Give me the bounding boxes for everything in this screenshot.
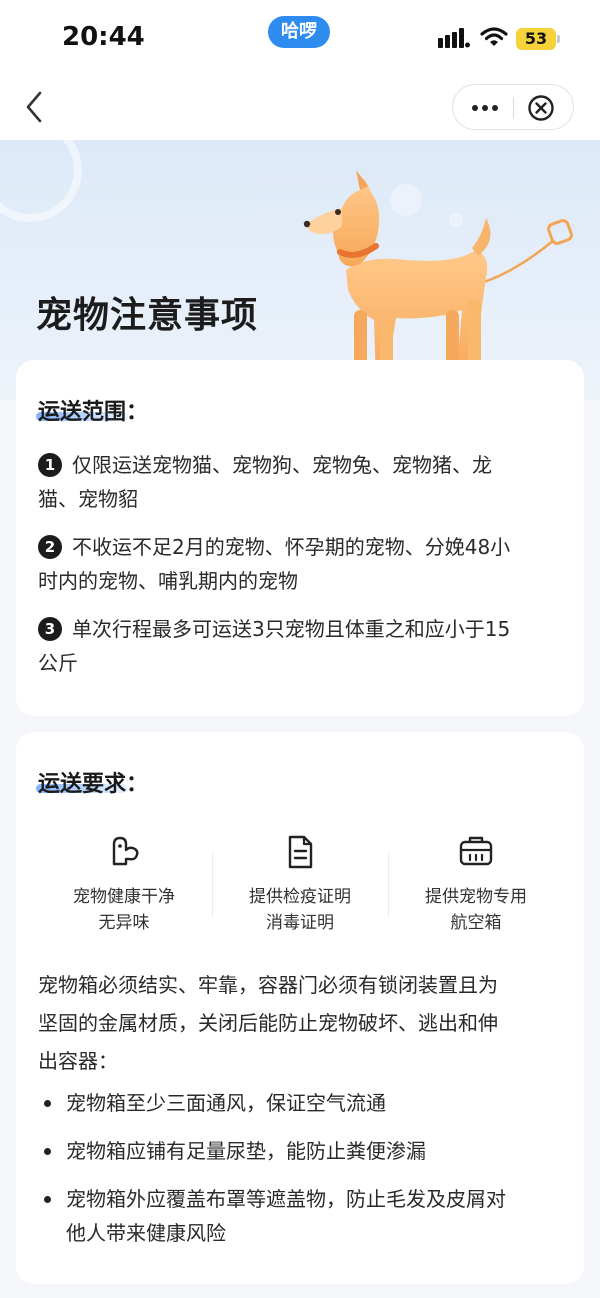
close-circle-icon[interactable]: [525, 93, 557, 123]
mini-program-capsule: [452, 84, 574, 130]
range-section-title: 运送范围：: [38, 400, 149, 425]
bullet-item-ventilation: 宠物箱至少三面通风，保证空气流通: [38, 1086, 568, 1120]
range-item-text: 公斤: [38, 651, 78, 675]
feature-carrier: 提供宠物专用 航空箱: [388, 832, 564, 942]
range-item-text: 时内的宠物、哺乳期内的宠物: [38, 569, 298, 593]
range-item-text: 不收运不足2月的宠物、怀孕期的宠物、分娩48小: [72, 535, 511, 559]
range-item-text: 仅限运送宠物猫、宠物狗、宠物兔、宠物猪、龙: [72, 453, 492, 477]
feature-line-2: 消毒证明: [266, 913, 334, 933]
bullet-text: 宠物箱至少三面通风，保证空气流通: [66, 1091, 386, 1115]
feature-certificate: 提供检疫证明 消毒证明: [212, 832, 388, 942]
page-title: 宠物注意事项: [36, 295, 259, 336]
wifi-icon: [480, 27, 508, 46]
range-item-2: 2 不收运不足2月的宠物、怀孕期的宠物、分娩48小 时内的宠物、哺乳期内的宠物: [38, 530, 568, 598]
bullet-dot: [44, 1196, 51, 1203]
range-item-text: 单次行程最多可运送3只宠物且体重之和应小于15: [72, 617, 511, 641]
bullet-item-cover: 宠物箱外应覆盖布罩等遮盖物，防止毛发及皮屑对 他人带来健康风险: [38, 1182, 568, 1250]
bullet-dot: [44, 1148, 51, 1155]
status-bar: 20:44 哈啰 53: [0, 0, 600, 74]
app-pill[interactable]: 哈啰: [268, 16, 330, 48]
range-item-1: 1 仅限运送宠物猫、宠物狗、宠物兔、宠物猪、龙 猫、宠物貂: [38, 448, 568, 516]
pet-face-icon: [112, 836, 139, 866]
number-badge: 2: [38, 535, 62, 559]
capsule-divider: [513, 97, 514, 119]
paragraph-line: 出容器：: [38, 1049, 118, 1073]
more-dots-icon[interactable]: [463, 93, 507, 123]
bullet-item-pads: 宠物箱应铺有足量尿垫，能防止粪便渗漏: [38, 1134, 568, 1168]
feature-line-1: 提供检疫证明: [249, 887, 351, 907]
paragraph-line: 宠物箱必须结实、牢靠，容器门必须有锁闭装置且为: [38, 973, 498, 997]
feature-line-1: 提供宠物专用: [425, 887, 527, 907]
carrier-requirement-paragraph: 宠物箱必须结实、牢靠，容器门必须有锁闭装置且为 坚固的金属材质，关闭后能防止宠物…: [38, 966, 568, 1080]
range-card: 运送范围： 1 仅限运送宠物猫、宠物狗、宠物兔、宠物猪、龙 猫、宠物貂 2 不收运不…: [16, 360, 584, 716]
feature-line-1: 宠物健康干净: [73, 887, 175, 907]
bullet-dot: [44, 1100, 51, 1107]
number-badge: 3: [38, 617, 62, 641]
paragraph-line: 坚固的金属材质，关闭后能防止宠物破坏、逃出和伸: [38, 1011, 498, 1035]
status-time: 20:44: [62, 22, 145, 52]
battery-indicator: 53: [516, 28, 560, 50]
signal-icon: [438, 28, 470, 48]
feature-line-2: 航空箱: [450, 913, 502, 933]
decor-circles: [0, 140, 82, 222]
bullet-text: 宠物箱外应覆盖布罩等遮盖物，防止毛发及皮屑对: [66, 1187, 506, 1211]
feature-line-2: 无异味: [98, 913, 150, 933]
feature-healthy: 宠物健康干净 无异味: [36, 832, 212, 942]
bullet-text: 宠物箱应铺有足量尿垫，能防止粪便渗漏: [66, 1139, 426, 1163]
requirements-card: 运送要求： 宠物健康干净 无异味 提供检疫证明 消毒证明 提供宠物专用 航空箱 …: [16, 732, 584, 1284]
range-item-3: 3 单次行程最多可运送3只宠物且体重之和应小于15 公斤: [38, 612, 568, 680]
requirements-section-title: 运送要求：: [38, 772, 149, 797]
range-item-text: 猫、宠物貂: [38, 487, 138, 511]
chevron-left-icon[interactable]: [18, 88, 54, 126]
nav-bar: [0, 74, 600, 140]
number-badge: 1: [38, 453, 62, 477]
pet-carrier-icon: [459, 836, 493, 866]
document-icon: [288, 835, 313, 869]
bullet-text: 他人带来健康风险: [66, 1221, 226, 1245]
